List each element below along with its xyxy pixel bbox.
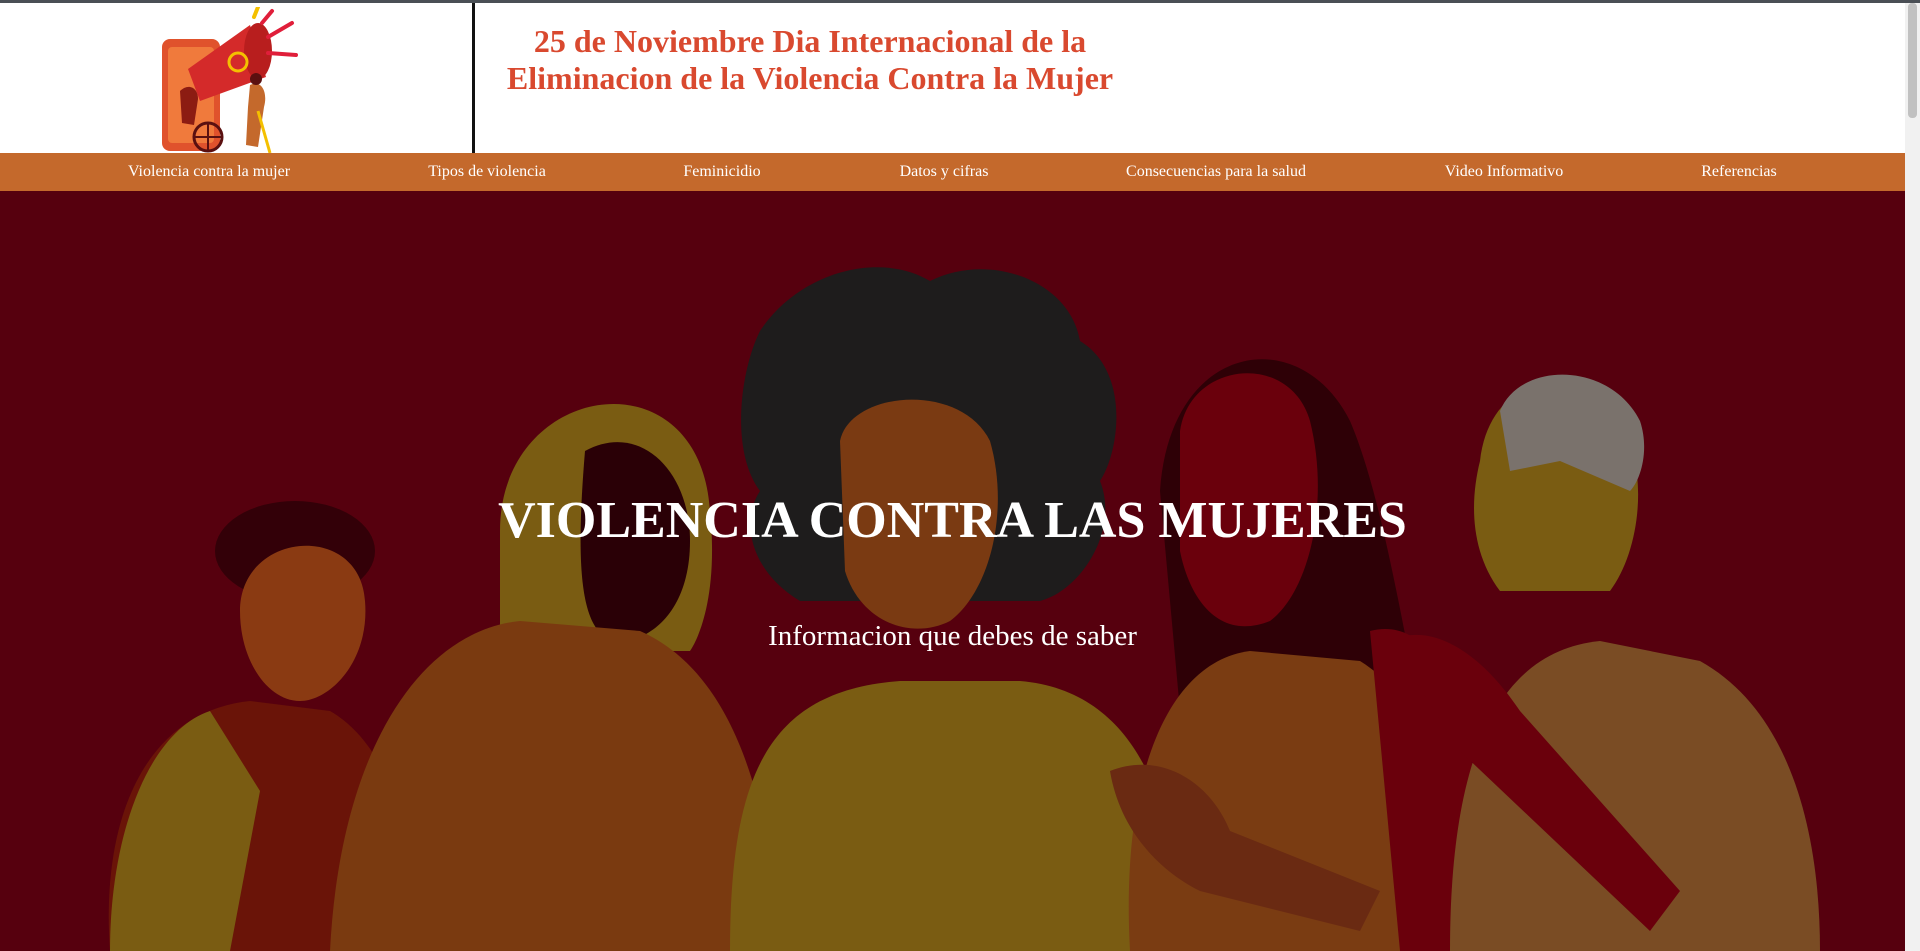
nav-item-consecuencias-para-la-salud[interactable]: Consecuencias para la salud [1126,153,1306,191]
scrollbar-thumb[interactable] [1908,3,1917,118]
site-title-line2: Eliminacion de la Violencia Contra la Mu… [506,60,1114,96]
site-title-line1: 25 de Noviembre Dia Internacional de la [533,23,1087,59]
nav-item-feminicidio[interactable]: Feminicidio [683,153,760,191]
nav-item-violencia-contra-la-mujer[interactable]: Violencia contra la mujer [128,153,290,191]
nav-item-datos-y-cifras[interactable]: Datos y cifras [900,153,989,191]
header-divider [472,3,475,153]
site-title: 25 de Noviembre Dia Internacional de la … [490,23,1130,97]
megaphone-protest-logo[interactable] [158,7,300,155]
hero-subtitle: Informacion que debes de saber [768,620,1137,652]
hero-title: VIOLENCIA CONTRA LAS MUJERES [498,492,1407,549]
vertical-scrollbar[interactable] [1905,3,1920,951]
group-of-women-illustration [108,267,1820,951]
nav-item-tipos-de-violencia[interactable]: Tipos de violencia [428,153,546,191]
main-nav: Violencia contra la mujer Tipos de viole… [0,153,1905,191]
nav-item-referencias[interactable]: Referencias [1701,153,1777,191]
hero-banner: VIOLENCIA CONTRA LAS MUJERES Informacion… [0,191,1905,951]
site-header: 25 de Noviembre Dia Internacional de la … [0,3,1905,155]
nav-item-video-informativo[interactable]: Video Informativo [1445,153,1564,191]
